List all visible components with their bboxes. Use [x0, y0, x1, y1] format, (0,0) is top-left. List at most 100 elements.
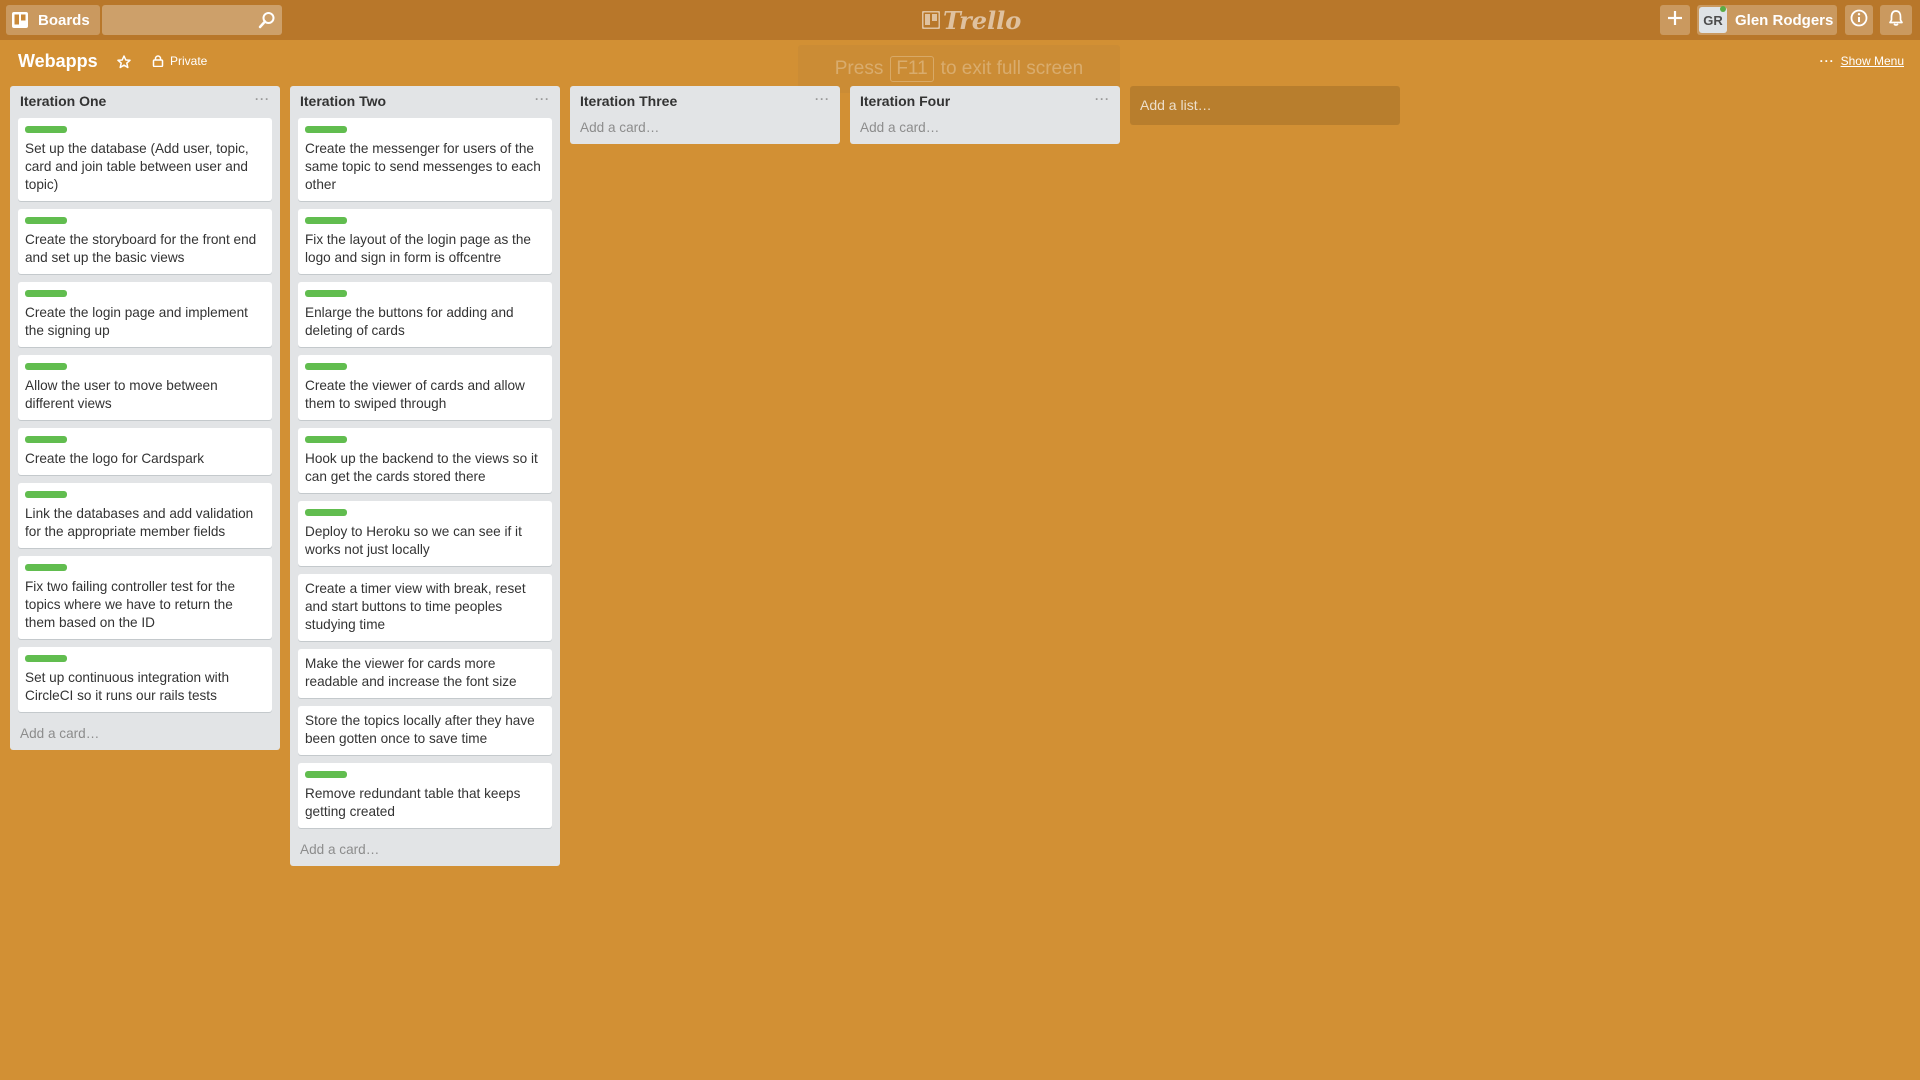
card-label-green — [305, 509, 347, 516]
search-input[interactable] — [102, 5, 282, 35]
add-button[interactable] — [1660, 5, 1690, 35]
card-title: Fix the layout of the login page as the … — [305, 232, 531, 265]
card-title: Store the topics locally after they have… — [305, 713, 535, 746]
trello-logo-icon — [922, 11, 940, 29]
info-icon — [1850, 9, 1868, 32]
card[interactable]: Remove redundant table that keeps gettin… — [298, 763, 552, 828]
card[interactable]: Allow the user to move between different… — [18, 355, 272, 420]
info-button[interactable] — [1845, 5, 1873, 35]
card-title: Fix two failing controller test for the … — [25, 579, 236, 630]
card-label-green — [25, 436, 67, 443]
trello-logo[interactable]: Trello — [922, 5, 1022, 35]
list-header[interactable]: Iteration Three ··· — [570, 86, 840, 118]
card-label-green — [305, 290, 347, 297]
card-title: Create a timer view with break, reset an… — [305, 581, 526, 632]
card-label-green — [305, 217, 347, 224]
boards-button[interactable]: Boards — [6, 5, 100, 35]
card-title: Create the messenger for users of the sa… — [305, 141, 541, 192]
card[interactable]: Enlarge the buttons for adding and delet… — [298, 282, 552, 347]
card-label-green — [25, 126, 67, 133]
list-iteration-one: Iteration One ··· Set up the database (A… — [10, 86, 280, 750]
card[interactable]: Hook up the backend to the views so it c… — [298, 428, 552, 493]
status-dot — [1720, 6, 1726, 12]
card[interactable]: Create the login page and implement the … — [18, 282, 272, 347]
star-icon[interactable] — [117, 54, 131, 74]
board-title[interactable]: Webapps — [18, 51, 98, 72]
search-icon[interactable] — [258, 11, 276, 34]
card[interactable]: Create the messenger for users of the sa… — [298, 118, 552, 201]
plus-icon — [1667, 10, 1683, 31]
visibility-label: Private — [170, 54, 208, 68]
list-menu-icon[interactable]: ··· — [255, 92, 270, 106]
fullscreen-notice-key: F11 — [890, 56, 934, 82]
card[interactable]: Set up continuous integration with Circl… — [18, 647, 272, 712]
card-label-green — [305, 436, 347, 443]
card-label-green — [305, 771, 347, 778]
card[interactable]: Deploy to Heroku so we can see if it wor… — [298, 501, 552, 566]
card-title: Create the login page and implement the … — [25, 305, 248, 338]
notifications-button[interactable] — [1880, 5, 1912, 35]
lock-icon — [152, 55, 164, 67]
more-icon: ··· — [1819, 54, 1835, 68]
search-box[interactable] — [102, 5, 282, 35]
add-list-button[interactable]: Add a list… — [1130, 86, 1400, 125]
card-label-green — [25, 491, 67, 498]
card[interactable]: Set up the database (Add user, topic, ca… — [18, 118, 272, 201]
card-title: Set up the database (Add user, topic, ca… — [25, 141, 249, 192]
card-title: Deploy to Heroku so we can see if it wor… — [305, 524, 522, 557]
user-name: Glen Rodgers — [1735, 11, 1834, 29]
add-card-button[interactable]: Add a card… — [10, 720, 280, 750]
card-title: Hook up the backend to the views so it c… — [305, 451, 538, 484]
card-label-green — [305, 363, 347, 370]
card-title: Create the logo for Cardspark — [25, 451, 205, 466]
card[interactable]: Fix two failing controller test for the … — [18, 556, 272, 639]
card-title: Make the viewer for cards more readable … — [305, 656, 517, 689]
card[interactable]: Create the viewer of cards and allow the… — [298, 355, 552, 420]
card[interactable]: Create a timer view with break, reset an… — [298, 574, 552, 641]
add-card-button[interactable]: Add a card… — [850, 118, 1120, 144]
boards-label: Boards — [38, 11, 90, 29]
card-label-green — [25, 655, 67, 662]
card[interactable]: Create the storyboard for the front end … — [18, 209, 272, 274]
card-title: Link the databases and add validation fo… — [25, 506, 254, 539]
card-title: Set up continuous integration with Circl… — [25, 670, 230, 703]
card[interactable]: Link the databases and add validation fo… — [18, 483, 272, 548]
top-header: Boards Trello GR Glen Rodgers — [0, 0, 1920, 40]
card[interactable]: Store the topics locally after they have… — [298, 706, 552, 755]
card-label-green — [25, 290, 67, 297]
card-label-green — [25, 564, 67, 571]
boards-icon — [12, 12, 28, 28]
list-header[interactable]: Iteration Two ··· — [290, 86, 560, 118]
show-menu-button[interactable]: ··· Show Menu — [1820, 54, 1904, 68]
trello-logo-text: Trello — [943, 5, 1022, 35]
list-title[interactable]: Iteration Three — [580, 93, 677, 109]
list-menu-icon[interactable]: ··· — [815, 92, 830, 106]
card[interactable]: Make the viewer for cards more readable … — [298, 649, 552, 698]
list-menu-icon[interactable]: ··· — [1095, 92, 1110, 106]
card[interactable]: Fix the layout of the login page as the … — [298, 209, 552, 274]
card-label-green — [305, 126, 347, 133]
list-title[interactable]: Iteration Two — [300, 93, 386, 109]
list-header[interactable]: Iteration One ··· — [10, 86, 280, 118]
card-title: Create the viewer of cards and allow the… — [305, 378, 525, 411]
fullscreen-notice-suffix: to exit full screen — [940, 58, 1084, 79]
list-title[interactable]: Iteration One — [20, 93, 106, 109]
list-title[interactable]: Iteration Four — [860, 93, 950, 109]
avatar-initials: GR — [1703, 12, 1723, 28]
list-menu-icon[interactable]: ··· — [535, 92, 550, 106]
list-iteration-three: Iteration Three ··· Add a card… — [570, 86, 840, 144]
visibility-button[interactable]: Private — [152, 54, 207, 68]
list-iteration-two: Iteration Two ··· Create the messenger f… — [290, 86, 560, 866]
list-header[interactable]: Iteration Four ··· — [850, 86, 1120, 118]
card[interactable]: Create the logo for Cardspark — [18, 428, 272, 475]
list-iteration-four: Iteration Four ··· Add a card… — [850, 86, 1120, 144]
bell-icon — [1887, 9, 1905, 32]
card-label-green — [25, 363, 67, 370]
avatar: GR — [1699, 6, 1727, 33]
member-menu-button[interactable]: GR Glen Rodgers — [1697, 5, 1837, 35]
add-card-button[interactable]: Add a card… — [290, 836, 560, 866]
add-card-button[interactable]: Add a card… — [570, 118, 840, 144]
card-title: Create the storyboard for the front end … — [25, 232, 257, 265]
card-title: Allow the user to move between different… — [25, 378, 218, 411]
card-label-green — [25, 217, 67, 224]
